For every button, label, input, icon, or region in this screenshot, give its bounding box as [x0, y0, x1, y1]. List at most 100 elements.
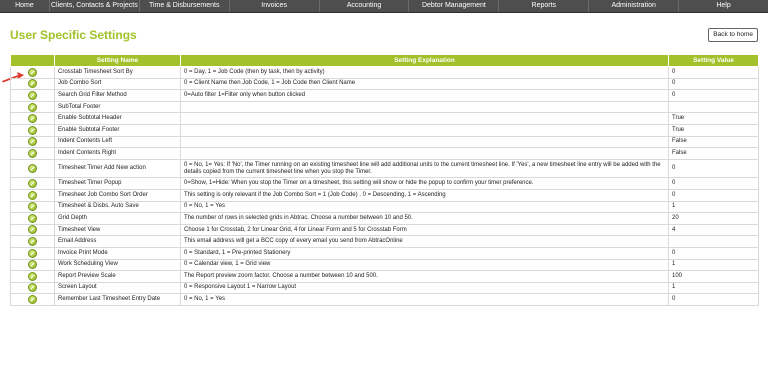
setting-value-cell: 0	[668, 177, 759, 190]
setting-value-cell: 1	[668, 258, 759, 272]
row-action-cell	[10, 89, 55, 102]
edit-icon[interactable]	[28, 164, 37, 173]
edit-icon[interactable]	[28, 202, 37, 212]
nav-accounting[interactable]: Accounting	[320, 0, 410, 12]
setting-explanation-cell	[180, 100, 669, 114]
setting-value-cell: 0	[668, 293, 759, 306]
setting-name-cell: Enable Subtotal Footer	[54, 123, 181, 137]
edit-icon[interactable]	[28, 295, 37, 305]
edit-icon[interactable]	[28, 260, 37, 270]
row-action-cell	[10, 158, 55, 179]
setting-value-cell: True	[668, 112, 759, 125]
setting-name-cell: Timesheet Job Combo Sort Order	[54, 188, 181, 202]
setting-value-cell	[668, 100, 759, 114]
edit-icon[interactable]	[28, 67, 37, 77]
setting-explanation-cell: 0 = Standard, 1 = Pre-printed Stationery	[180, 246, 669, 260]
edit-icon[interactable]	[28, 271, 37, 281]
setting-value-cell: 100	[668, 270, 759, 283]
nav-debtor-management[interactable]: Debtor Management	[409, 0, 500, 12]
nav-help[interactable]: Help	[679, 0, 768, 12]
setting-value-cell: 0	[668, 77, 759, 91]
table-row: Screen Layout 0 = Responsive Layout 1 = N…	[10, 281, 759, 295]
edit-icon[interactable]	[28, 248, 37, 258]
edit-icon[interactable]	[28, 102, 37, 112]
setting-explanation-cell: 0=Auto filter 1=Filter only when button …	[180, 89, 669, 102]
nav-reports[interactable]: Reports	[499, 0, 590, 12]
setting-value-cell: True	[668, 123, 759, 137]
row-action-cell	[10, 281, 55, 295]
edit-icon[interactable]	[28, 213, 37, 223]
title-row: User Specific Settings Back to home	[0, 13, 768, 46]
table-row: Job Combo Sort 0 = Client Name then Job C…	[10, 77, 759, 91]
row-action-cell	[10, 77, 55, 91]
setting-name-cell: Timesheet Timer Popup	[54, 177, 181, 190]
setting-name-cell: Work Scheduling View	[54, 258, 181, 272]
table-row: Email Address This email address will get…	[10, 235, 759, 248]
setting-explanation-cell: 0 = No, 1= Yes: If 'No', the Timer runni…	[180, 158, 669, 179]
back-to-home-button[interactable]: Back to home	[708, 28, 758, 42]
edit-icon[interactable]	[28, 137, 37, 147]
edit-icon[interactable]	[28, 283, 37, 293]
edit-icon[interactable]	[28, 125, 37, 135]
edit-icon[interactable]	[28, 179, 37, 189]
edit-icon[interactable]	[28, 237, 37, 247]
edit-icon[interactable]	[28, 90, 37, 100]
table-row: Report Preview Scale The Report preview z…	[10, 270, 759, 283]
table-row: Timesheet View Choose 1 for Crosstab, 2 f…	[10, 223, 759, 237]
setting-name-cell: Search Grid Filter Method	[54, 89, 181, 102]
setting-explanation-cell: The number of rows in selected grids in …	[180, 212, 669, 225]
edit-icon[interactable]	[28, 225, 37, 235]
table-row: Timesheet Timer Add New action 0 = No, 1=…	[10, 158, 759, 179]
setting-value-cell: 0	[668, 158, 759, 179]
edit-icon[interactable]	[28, 79, 37, 89]
nav-clients-contacts-projects[interactable]: Clients, Contacts & Projects	[50, 0, 140, 12]
setting-explanation-cell: 0 = No, 1 = Yes	[180, 200, 669, 214]
setting-explanation-cell: Choose 1 for Crosstab, 2 for Linear Grid…	[180, 223, 669, 237]
page-title: User Specific Settings	[10, 28, 137, 42]
nav-time-disbursements[interactable]: Time & Disbursements	[140, 0, 230, 12]
setting-explanation-cell: 0=Show, 1=Hide: When you stop the Timer …	[180, 177, 669, 190]
row-action-cell	[10, 123, 55, 137]
table-row: Enable Subtotal Header True	[10, 112, 759, 125]
setting-explanation-cell: The Report preview zoom factor. Choose a…	[180, 270, 669, 283]
setting-name-cell: Grid Depth	[54, 212, 181, 225]
setting-name-cell: Crosstab Timesheet Sort By	[54, 66, 181, 79]
table-row: SubTotal Footer	[10, 100, 759, 114]
setting-explanation-cell: 0 = Client Name then Job Code, 1 = Job C…	[180, 77, 669, 91]
setting-value-cell: 1	[668, 281, 759, 295]
setting-value-cell: False	[668, 135, 759, 149]
edit-icon[interactable]	[28, 114, 37, 124]
setting-explanation-cell: 0 = Calendar view, 1 = Grid view	[180, 258, 669, 272]
edit-icon[interactable]	[28, 190, 37, 200]
setting-name-cell: Timesheet & Disbs. Auto Save	[54, 200, 181, 214]
row-action-cell	[10, 100, 55, 114]
nav-home[interactable]: Home	[0, 0, 50, 12]
setting-name-cell: Invoice Print Mode	[54, 246, 181, 260]
setting-value-cell: 0	[668, 188, 759, 202]
setting-value-cell: 4	[668, 223, 759, 237]
setting-explanation-cell: This setting is only relevant if the Job…	[180, 188, 669, 202]
setting-value-cell: 0	[668, 66, 759, 79]
setting-explanation-cell: 0 = Day, 1 = Job Code (then by task, the…	[180, 66, 669, 79]
setting-name-cell: Job Combo Sort	[54, 77, 181, 91]
row-action-cell	[10, 212, 55, 225]
table-row: Indent Contents Right False	[10, 147, 759, 160]
setting-name-cell: Screen Layout	[54, 281, 181, 295]
edit-icon[interactable]	[28, 148, 37, 158]
row-action-cell	[10, 258, 55, 272]
setting-value-cell: 1	[668, 200, 759, 214]
row-action-cell	[10, 112, 55, 125]
row-action-cell	[10, 200, 55, 214]
table-row: Enable Subtotal Footer True	[10, 123, 759, 137]
setting-explanation-cell: 0 = Responsive Layout 1 = Narrow Layout	[180, 281, 669, 295]
nav-administration[interactable]: Administration	[589, 0, 680, 12]
setting-name-cell: Indent Contents Right	[54, 147, 181, 160]
setting-name-cell: SubTotal Footer	[54, 100, 181, 114]
table-header-row: Setting Name Setting Explanation Setting…	[10, 54, 759, 67]
row-action-cell	[10, 223, 55, 237]
nav-invoices[interactable]: Invoices	[230, 0, 320, 12]
table-row: Remember Last Timesheet Entry Date 0 = No…	[10, 293, 759, 306]
setting-value-cell: 0	[668, 89, 759, 102]
row-action-cell	[10, 188, 55, 202]
setting-name-cell: Remember Last Timesheet Entry Date	[54, 293, 181, 306]
